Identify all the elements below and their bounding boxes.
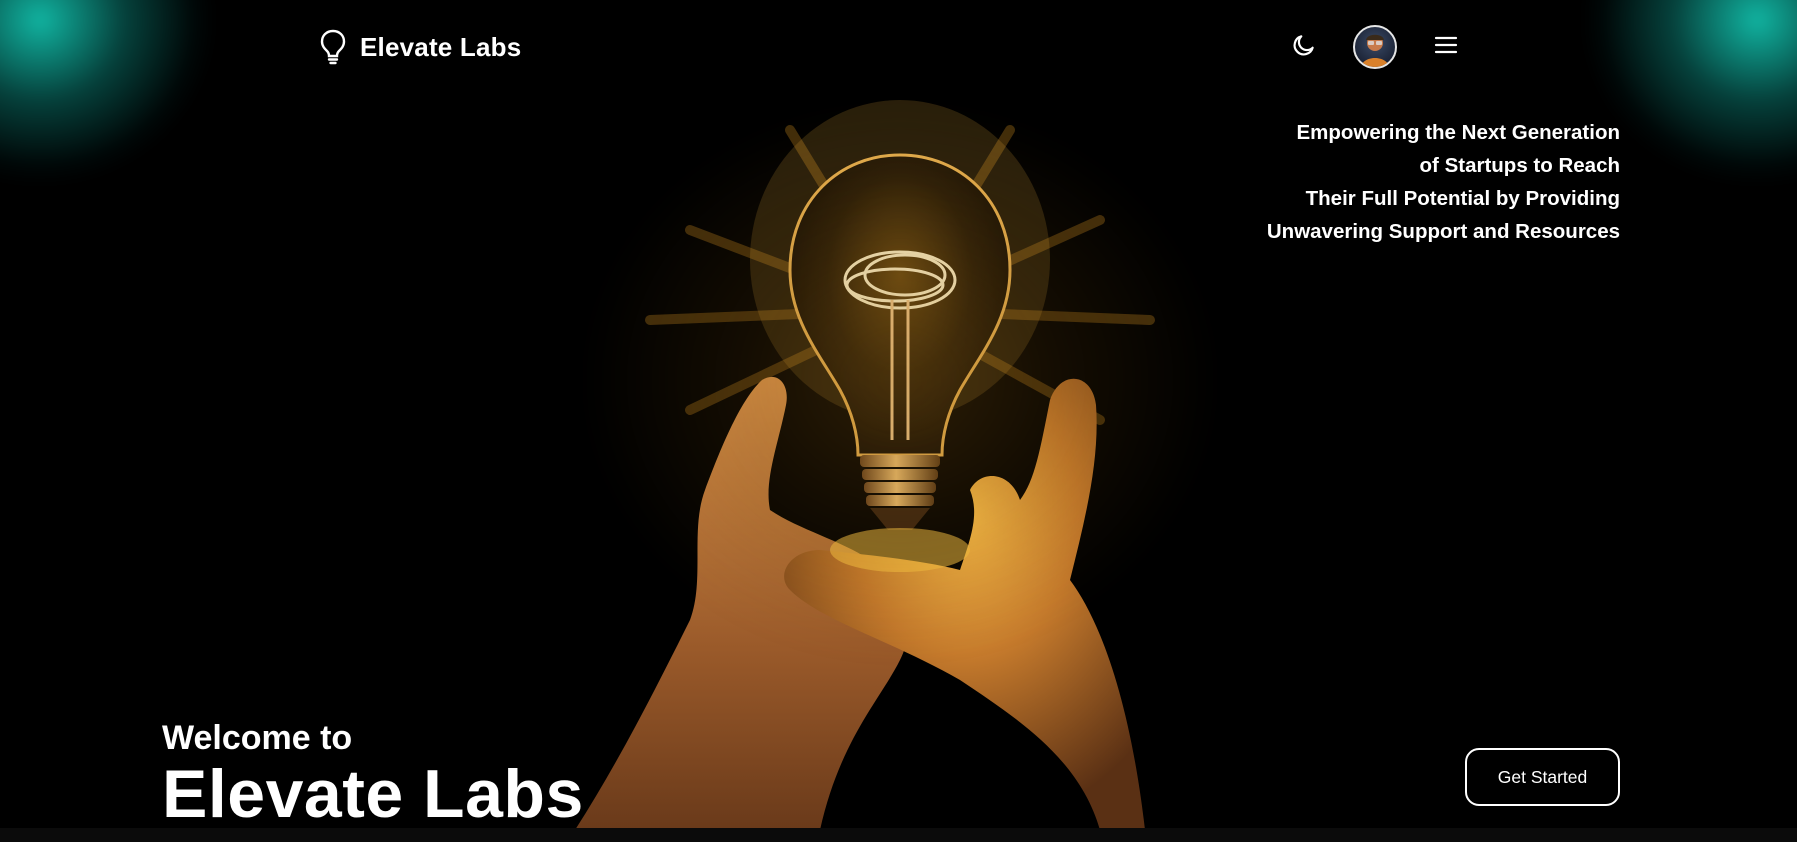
avatar-image bbox=[1361, 34, 1389, 67]
tagline-line: Unwavering Support and Resources bbox=[1266, 220, 1620, 243]
tagline-line: Empowering the Next Generation bbox=[1296, 121, 1621, 144]
landing-page: Elevate Labs Empowering the Next Generat… bbox=[0, 0, 1797, 842]
site-header: Elevate Labs bbox=[0, 0, 1797, 95]
light-burst bbox=[580, 100, 1220, 660]
menu-button[interactable] bbox=[1425, 26, 1467, 68]
moon-icon bbox=[1291, 32, 1317, 63]
brand-name: Elevate Labs bbox=[360, 31, 522, 62]
brand-logo-link[interactable]: Elevate Labs bbox=[318, 28, 521, 66]
welcome-subtitle: Welcome to bbox=[162, 719, 353, 757]
theme-toggle-button[interactable] bbox=[1283, 26, 1325, 68]
get-started-button[interactable]: Get Started bbox=[1465, 748, 1620, 806]
hero-heading: Welcome to Elevate Labs bbox=[162, 718, 584, 830]
hero-tagline: Empowering the Next Generation of Startu… bbox=[1267, 116, 1620, 248]
welcome-title: Elevate Labs bbox=[162, 756, 584, 832]
tagline-line: Their Full Potential by Providing bbox=[1305, 187, 1620, 210]
lightbulb-icon bbox=[318, 28, 348, 66]
user-avatar-button[interactable] bbox=[1353, 25, 1397, 69]
hero-lightbulb-image bbox=[540, 60, 1260, 830]
header-actions bbox=[1283, 25, 1467, 69]
tagline-line: of Startups to Reach bbox=[1419, 154, 1620, 177]
page-bottom-edge bbox=[0, 828, 1797, 842]
hamburger-menu-icon bbox=[1434, 35, 1458, 60]
